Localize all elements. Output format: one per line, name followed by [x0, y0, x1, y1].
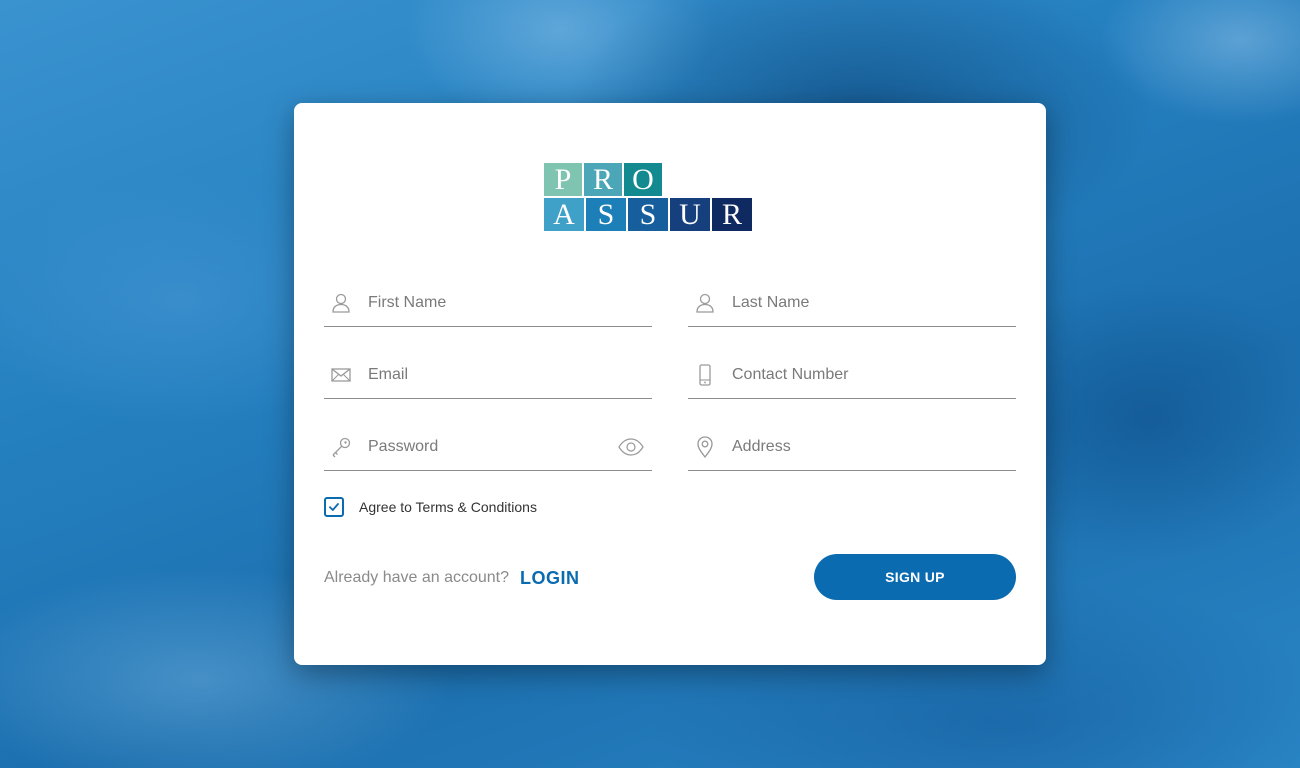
location-pin-icon: [697, 436, 713, 458]
login-link[interactable]: LOGIN: [520, 568, 580, 589]
key-icon: [332, 437, 351, 458]
password-input[interactable]: [368, 434, 618, 460]
last-name-input[interactable]: [732, 290, 982, 316]
mobile-phone-icon: [699, 364, 711, 386]
email-field: [324, 352, 652, 399]
first-name-field: [324, 280, 652, 327]
logo-row-bottom: A S S U R: [544, 198, 758, 231]
eye-icon[interactable]: [618, 438, 644, 456]
contact-number-input[interactable]: [732, 362, 982, 388]
envelope-icon: [331, 368, 351, 382]
logo-letter: A: [544, 198, 584, 231]
logo-letter: R: [584, 163, 622, 196]
user-icon: [332, 293, 350, 313]
terms-label: Agree to Terms & Conditions: [359, 499, 537, 515]
contact-number-field: [688, 352, 1016, 399]
pro-assur-logo: P R O A S S U R: [544, 163, 758, 231]
first-name-input[interactable]: [368, 290, 618, 316]
last-name-field: [688, 280, 1016, 327]
logo-letter: P: [544, 163, 582, 196]
logo-letter: S: [586, 198, 626, 231]
logo-row-top: P R O: [544, 163, 758, 196]
terms-checkbox[interactable]: [324, 497, 344, 517]
terms-row: Agree to Terms & Conditions: [324, 496, 537, 518]
checkmark-icon: [329, 503, 339, 511]
sign-up-button[interactable]: SIGN UP: [814, 554, 1016, 600]
logo-letter: O: [624, 163, 662, 196]
signup-card: P R O A S S U R First Name Last Name Ema…: [294, 103, 1046, 665]
email-input[interactable]: [368, 362, 618, 388]
logo-letter: R: [712, 198, 752, 231]
address-input[interactable]: [732, 434, 982, 460]
account-question-text: Already have an account?: [324, 569, 510, 586]
logo-letter: U: [670, 198, 710, 231]
password-field: [324, 424, 652, 471]
user-icon: [696, 293, 714, 313]
login-prompt: Already have an account? LOGIN: [324, 567, 580, 589]
logo-letter: S: [628, 198, 668, 231]
address-field: [688, 424, 1016, 471]
